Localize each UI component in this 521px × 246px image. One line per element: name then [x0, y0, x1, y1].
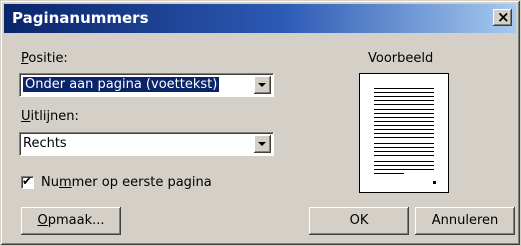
page-number-marker [433, 181, 436, 184]
position-select[interactable]: Onder aan pagina (voettekst) [19, 73, 274, 97]
ok-button[interactable]: OK [309, 207, 409, 235]
align-label: Uitlijnen: [21, 109, 79, 124]
align-value: Rechts [23, 136, 67, 151]
cancel-button[interactable]: Annuleren [415, 207, 515, 235]
preview-label: Voorbeeld [368, 51, 434, 66]
checkmark-icon: ✔ [22, 174, 33, 188]
chevron-down-icon[interactable] [254, 135, 271, 153]
chevron-down-icon[interactable] [254, 76, 271, 94]
close-icon: × [497, 8, 510, 26]
format-button[interactable]: Opmaak... [21, 207, 121, 235]
page-numbers-dialog: Paginanummers × Positie: Onder aan pagin… [0, 0, 521, 246]
align-select[interactable]: Rechts [19, 132, 274, 156]
position-value: Onder aan pagina (voettekst) [21, 76, 221, 93]
close-button[interactable]: × [493, 8, 512, 26]
first-page-checkbox[interactable]: ✔ [21, 174, 34, 189]
position-label: Positie: [21, 51, 68, 66]
dialog-title: Paginanummers [12, 9, 149, 27]
title-bar: Paginanummers × [4, 4, 516, 33]
preview-page [359, 73, 449, 193]
first-page-label[interactable]: Nummer op eerste pagina [41, 175, 212, 190]
